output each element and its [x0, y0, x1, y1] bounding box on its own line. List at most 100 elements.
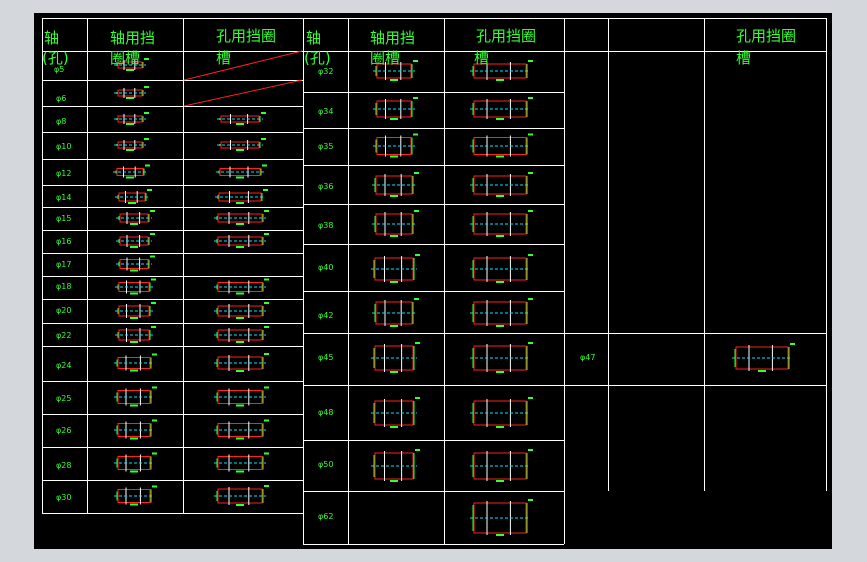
- t1-row-label: φ28: [56, 461, 71, 470]
- t1-row-label: φ24: [56, 361, 71, 370]
- hole-groove-symbol: [470, 499, 533, 536]
- part-dimension-text: [415, 254, 420, 256]
- shaft-groove-symbol: [113, 164, 150, 179]
- part-dimension-text: [126, 69, 134, 71]
- t1-row-label: φ10: [56, 142, 71, 151]
- part-dimension-text: [264, 278, 269, 281]
- part-dimension-text: [528, 499, 533, 501]
- t2-header-shaft: 轴: [306, 29, 321, 47]
- shaft-groove-symbol: [371, 254, 420, 283]
- part-dimension-text: [130, 470, 138, 473]
- t2-row-label: φ45: [318, 353, 333, 362]
- shaft-groove-symbol: [114, 138, 149, 151]
- part-dimension-text: [152, 419, 157, 422]
- t2-row-label: φ35: [318, 142, 333, 151]
- hole-groove-symbol: [470, 397, 533, 428]
- t1-row-label: φ18: [56, 282, 71, 291]
- part-dimension-text: [390, 480, 398, 482]
- table1-na-diagonal: [183, 50, 303, 81]
- t2-row-label: φ40: [318, 263, 333, 272]
- hole-groove-symbol: [470, 298, 533, 327]
- part-dimension-text: [130, 269, 138, 272]
- t1-row-label: φ6: [56, 94, 66, 103]
- t2-header-shaft-groove-2: 圈槽: [370, 49, 400, 67]
- part-dimension-text: [496, 118, 504, 120]
- t2-header-hole-groove-2: 槽: [474, 49, 489, 67]
- part-dimension-text: [496, 534, 504, 536]
- part-outline: [118, 305, 150, 317]
- part-dimension-text: [528, 60, 533, 62]
- part-dimension-text: [390, 235, 398, 237]
- part-dimension-text: [150, 233, 155, 235]
- hole-groove-symbol: [470, 254, 533, 283]
- part-dimension-text: [236, 202, 244, 204]
- t2-row-label: φ62: [318, 512, 333, 521]
- part-dimension-text: [130, 317, 138, 319]
- cad-drawing-canvas[interactable]: 轴 (孔) 轴用挡 圈槽 孔用挡圈 槽 轴 (孔) 轴用挡 圈槽 孔用挡圈 槽 …: [34, 13, 832, 549]
- hole-groove-symbol: [214, 485, 269, 506]
- shaft-groove-symbol: [114, 353, 157, 372]
- part-dimension-text: [126, 97, 134, 99]
- part-dimension-text: [128, 202, 136, 204]
- hole-groove-symbol: [214, 210, 269, 225]
- part-dimension-text: [152, 353, 157, 356]
- part-dimension-text: [130, 369, 138, 372]
- hole-groove-symbol: [470, 449, 533, 482]
- shaft-groove-symbol: [114, 86, 149, 99]
- t2-row-label: φ38: [318, 221, 333, 230]
- part-dimension-text: [264, 353, 269, 355]
- drawing-marks: [113, 58, 795, 536]
- shaft-groove-symbol: [371, 449, 420, 482]
- shaft-groove-symbol: [114, 485, 157, 506]
- hole-groove-symbol: [214, 326, 269, 343]
- part-dimension-text: [144, 58, 149, 60]
- part-dimension-text: [264, 386, 269, 389]
- hole-groove-symbol: [214, 278, 269, 295]
- part-dimension-text: [390, 325, 398, 327]
- shaft-groove-symbol: [115, 302, 156, 319]
- part-outline: [118, 329, 150, 341]
- t1-header-hole-groove: 孔用挡圈: [216, 27, 276, 45]
- part-dimension-text: [790, 343, 795, 345]
- part-dimension-text: [236, 470, 244, 473]
- part-dimension-text: [264, 233, 269, 235]
- hole-groove-symbol: [470, 210, 533, 237]
- part-dimension-text: [236, 149, 244, 151]
- part-dimension-text: [236, 317, 244, 319]
- hole-groove-symbol: [732, 343, 795, 372]
- t1-row-label: φ12: [56, 169, 71, 178]
- shaft-groove-symbol: [115, 326, 156, 343]
- t1-row-label: φ26: [56, 426, 71, 435]
- part-dimension-text: [758, 370, 766, 372]
- hole-groove-symbol: [214, 302, 269, 319]
- part-dimension-text: [264, 210, 269, 212]
- part-dimension-text: [145, 164, 150, 167]
- shaft-groove-symbol: [115, 278, 156, 295]
- part-dimension-text: [528, 342, 533, 344]
- part-dimension-text: [126, 149, 134, 151]
- hole-groove-symbol: [470, 172, 533, 197]
- t2-header-shaft-groove: 轴用挡: [370, 29, 415, 47]
- part-dimension-text: [151, 326, 156, 328]
- t1-row-label: φ22: [56, 331, 71, 340]
- shaft-groove-symbol: [373, 97, 418, 120]
- t1-row-label: φ20: [56, 306, 71, 315]
- part-dimension-text: [130, 341, 138, 343]
- shaft-groove-symbol: [114, 386, 157, 407]
- part-dimension-text: [264, 419, 269, 422]
- t1-header-shaft-groove: 轴用挡: [110, 29, 155, 47]
- t2-row-label: φ50: [318, 460, 333, 469]
- t1-header-hole-groove-2: 槽: [216, 49, 231, 67]
- part-dimension-text: [496, 235, 504, 237]
- hole-groove-symbol: [214, 452, 269, 473]
- t1-row-label: φ16: [56, 237, 71, 246]
- part-dimension-text: [528, 397, 533, 399]
- t1-row-label: φ25: [56, 394, 71, 403]
- shaft-groove-symbol: [114, 112, 149, 125]
- part-dimension-text: [264, 452, 269, 455]
- part-dimension-text: [236, 437, 244, 440]
- part-dimension-text: [150, 255, 155, 258]
- part-dimension-text: [415, 397, 420, 399]
- part-dimension-text: [236, 123, 244, 125]
- part-dimension-text: [262, 164, 267, 167]
